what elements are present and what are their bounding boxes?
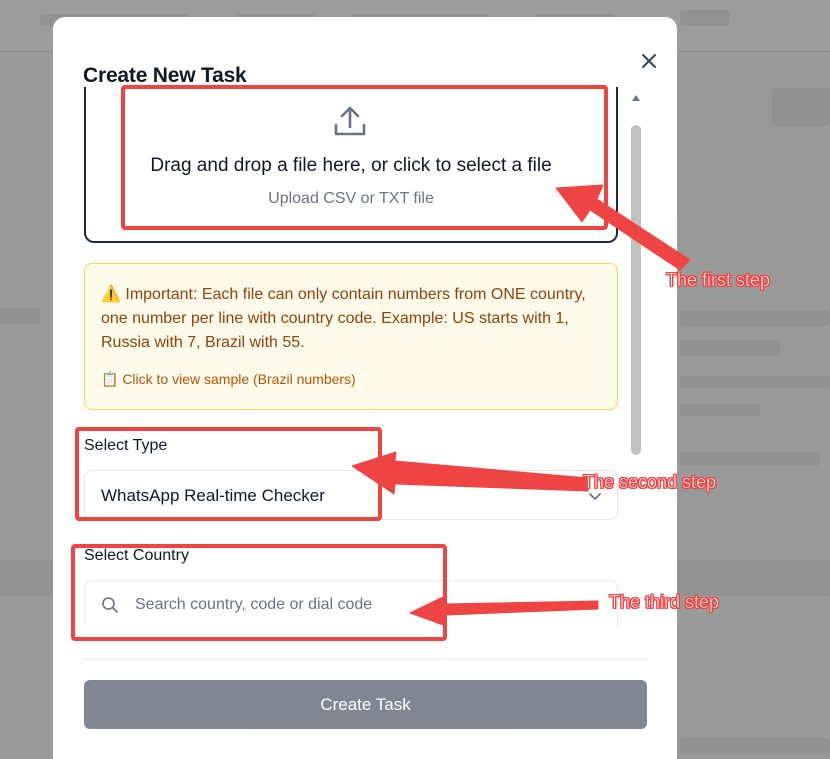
background-block: [680, 376, 830, 388]
modal-scrollbar[interactable]: [630, 95, 644, 475]
background-block: [680, 340, 780, 356]
annotation-label-step1: The first step: [666, 270, 771, 291]
annotation-label-step2: The second step: [583, 472, 717, 493]
background-block: [680, 738, 830, 754]
scroll-up-arrow[interactable]: [632, 95, 640, 101]
background-block: [680, 10, 730, 26]
annotation-box-step2: [75, 427, 382, 521]
background-block: [0, 308, 40, 324]
notice-text: ⚠️ Important: Each file can only contain…: [101, 286, 586, 351]
sample-link[interactable]: 📋 Click to view sample (Brazil numbers): [101, 371, 356, 388]
background-block: [772, 88, 830, 126]
create-task-button[interactable]: Create Task: [84, 680, 647, 729]
background-block: [680, 404, 760, 416]
annotation-label-step3: The third step: [609, 592, 720, 613]
important-notice: ⚠️ Important: Each file can only contain…: [84, 263, 618, 410]
footer-divider: [84, 659, 647, 660]
scroll-thumb[interactable]: [631, 125, 641, 455]
background-block: [680, 452, 820, 466]
annotation-box-step3: [71, 544, 447, 641]
annotation-box-step1: [121, 85, 608, 230]
close-button[interactable]: [638, 50, 660, 72]
close-icon: [642, 54, 656, 68]
background-block: [680, 310, 830, 326]
